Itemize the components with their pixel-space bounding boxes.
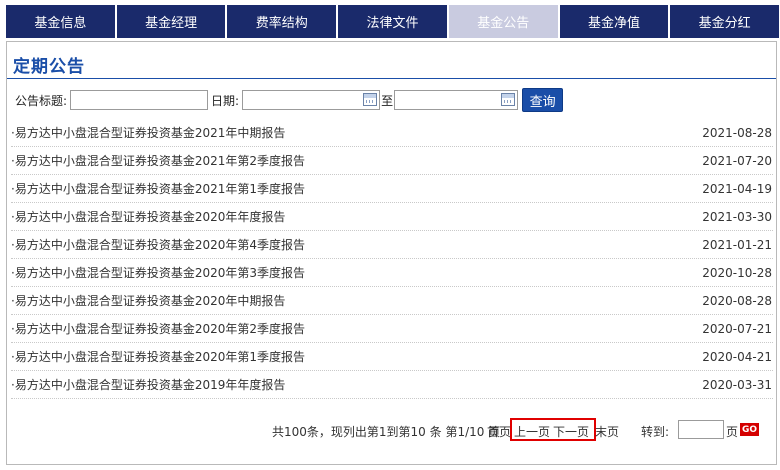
last-page-link[interactable]: 末页: [595, 423, 619, 440]
pagination-summary: 共100条，现列出第1到第10 条 第1/10 页: [272, 425, 501, 439]
pagination: 共100条，现列出第1到第10 条 第1/10 页 首页 上一页 下一页 末页 …: [7, 418, 776, 441]
goto-page-input[interactable]: [678, 420, 724, 439]
page-unit-label: 页: [726, 425, 739, 439]
date-to-field[interactable]: [394, 90, 519, 110]
announcement-panel: 定期公告 公告标题: 日期: 至 查询 ·易方达中小盘混合型证券投资基金2021…: [6, 41, 777, 465]
announcement-date: 2020-03-31: [702, 377, 772, 392]
date-from-input[interactable]: [242, 90, 381, 110]
title-search-label: 公告标题:: [15, 93, 68, 108]
announcement-title-link[interactable]: ·易方达中小盘混合型证券投资基金2019年年度报告: [11, 376, 285, 393]
announcement-date: 2021-01-21: [702, 237, 772, 252]
announcement-date: 2020-10-28: [702, 265, 772, 280]
list-item: ·易方达中小盘混合型证券投资基金2019年年度报告 2020-03-31: [11, 371, 773, 399]
section-title: 定期公告: [13, 57, 85, 77]
title-divider: [7, 78, 776, 79]
fund-nav-tabs: 基金信息 基金经理 费率结构 法律文件 基金公告 基金净值 基金分红: [6, 5, 780, 38]
announcement-title-link[interactable]: ·易方达中小盘混合型证券投资基金2021年中期报告: [11, 124, 285, 141]
announcement-title-link[interactable]: ·易方达中小盘混合型证券投资基金2020年年度报告: [11, 208, 285, 225]
query-button[interactable]: 查询: [522, 88, 564, 112]
first-page-link[interactable]: 首页: [487, 423, 511, 440]
announcement-date: 2021-07-20: [702, 153, 772, 168]
announcement-title-link[interactable]: ·易方达中小盘混合型证券投资基金2021年第1季度报告: [11, 180, 305, 197]
tab-fee-structure[interactable]: 费率结构: [227, 5, 337, 38]
announcement-date: 2020-04-21: [702, 349, 772, 364]
announcement-list: ·易方达中小盘混合型证券投资基金2021年中期报告 2021-08-28 ·易方…: [11, 119, 773, 399]
list-item: ·易方达中小盘混合型证券投资基金2021年第1季度报告 2021-04-19: [11, 175, 773, 203]
list-item: ·易方达中小盘混合型证券投资基金2020年第1季度报告 2020-04-21: [11, 343, 773, 371]
list-item: ·易方达中小盘混合型证券投资基金2020年第3季度报告 2020-10-28: [11, 259, 773, 287]
list-item: ·易方达中小盘混合型证券投资基金2021年中期报告 2021-08-28: [11, 119, 773, 147]
announcement-date: 2020-07-21: [702, 321, 772, 336]
list-item: ·易方达中小盘混合型证券投资基金2020年第4季度报告 2021-01-21: [11, 231, 773, 259]
search-bar: 公告标题: 日期: 至 查询: [15, 88, 564, 112]
go-button[interactable]: GO: [740, 423, 759, 436]
date-from-field[interactable]: [242, 90, 381, 110]
announcement-title-link[interactable]: ·易方达中小盘混合型证券投资基金2020年第4季度报告: [11, 236, 305, 253]
tab-fund-dividends[interactable]: 基金分红: [670, 5, 780, 38]
calendar-icon[interactable]: [501, 93, 516, 106]
date-to-input[interactable]: [394, 90, 519, 110]
tab-legal-documents[interactable]: 法律文件: [338, 5, 447, 38]
announcement-title-link[interactable]: ·易方达中小盘混合型证券投资基金2020年第2季度报告: [11, 320, 305, 337]
announcement-title-link[interactable]: ·易方达中小盘混合型证券投资基金2020年第3季度报告: [11, 264, 305, 281]
list-item: ·易方达中小盘混合型证券投资基金2021年第2季度报告 2021-07-20: [11, 147, 773, 175]
tab-fund-announcements[interactable]: 基金公告: [448, 5, 558, 38]
tab-fund-info[interactable]: 基金信息: [6, 5, 115, 38]
list-item: ·易方达中小盘混合型证券投资基金2020年中期报告 2020-08-28: [11, 287, 773, 315]
prev-page-link[interactable]: 上一页: [514, 423, 550, 440]
list-item: ·易方达中小盘混合型证券投资基金2020年年度报告 2021-03-30: [11, 203, 773, 231]
announcement-date: 2021-08-28: [702, 125, 772, 140]
calendar-icon[interactable]: [363, 93, 378, 106]
announcement-date: 2020-08-28: [702, 293, 772, 308]
title-search-input[interactable]: [70, 90, 209, 110]
announcement-date: 2021-04-19: [702, 181, 772, 196]
tab-fund-nav[interactable]: 基金净值: [559, 5, 669, 38]
date-label: 日期:: [211, 93, 240, 108]
announcement-date: 2021-03-30: [702, 209, 772, 224]
goto-label: 转到:: [641, 425, 670, 439]
list-item: ·易方达中小盘混合型证券投资基金2020年第2季度报告 2020-07-21: [11, 315, 773, 343]
tab-fund-manager[interactable]: 基金经理: [116, 5, 226, 38]
announcement-title-link[interactable]: ·易方达中小盘混合型证券投资基金2020年中期报告: [11, 292, 285, 309]
announcement-title-link[interactable]: ·易方达中小盘混合型证券投资基金2020年第1季度报告: [11, 348, 305, 365]
next-page-link[interactable]: 下一页: [553, 423, 589, 440]
date-to-label: 至: [381, 93, 394, 108]
announcement-title-link[interactable]: ·易方达中小盘混合型证券投资基金2021年第2季度报告: [11, 152, 305, 169]
